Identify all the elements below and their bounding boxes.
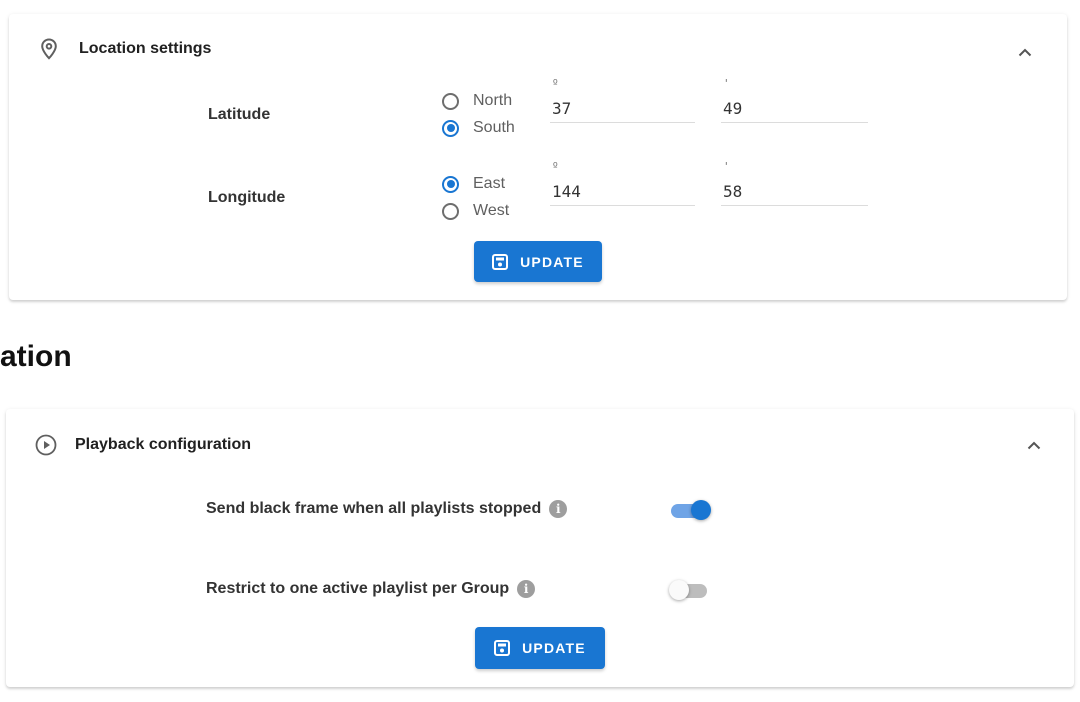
latitude-minutes-input[interactable] bbox=[721, 99, 868, 122]
location-settings-header[interactable]: Location settings bbox=[40, 38, 211, 60]
longitude-degrees-input[interactable] bbox=[550, 182, 695, 205]
setting-black-frame-label: Send black frame when all playlists stop… bbox=[206, 500, 542, 517]
location-settings-title: Location settings bbox=[79, 40, 212, 57]
longitude-label: Longitude bbox=[208, 189, 286, 206]
radio-east-circle[interactable] bbox=[442, 175, 459, 193]
radio-north[interactable]: North bbox=[442, 92, 512, 110]
location-settings-card: Location settings Latitude North South º… bbox=[9, 14, 1067, 300]
toggle-thumb[interactable] bbox=[691, 500, 711, 520]
location-pin-icon bbox=[40, 38, 62, 60]
play-circle-icon bbox=[35, 434, 57, 456]
latitude-minutes-field[interactable]: ' bbox=[721, 77, 868, 123]
toggle-thumb[interactable] bbox=[669, 580, 689, 600]
longitude-minutes-field[interactable]: ' bbox=[721, 160, 868, 206]
black-frame-toggle[interactable] bbox=[669, 499, 711, 523]
info-icon[interactable]: i bbox=[517, 580, 536, 598]
latitude-degrees-field[interactable]: º bbox=[550, 77, 695, 123]
save-icon bbox=[494, 640, 511, 656]
info-icon[interactable]: i bbox=[549, 500, 568, 518]
playback-configuration-header[interactable]: Playback configuration bbox=[35, 434, 251, 456]
radio-south[interactable]: South bbox=[442, 119, 515, 137]
radio-south-label: South bbox=[473, 119, 515, 136]
section-title: ation bbox=[0, 340, 72, 373]
playback-configuration-card: Playback configuration Send black frame … bbox=[6, 409, 1074, 687]
latitude-degrees-unit: º bbox=[552, 77, 559, 90]
chevron-up-icon bbox=[1018, 48, 1032, 57]
radio-north-circle[interactable] bbox=[442, 92, 459, 110]
collapse-playback-button[interactable] bbox=[1021, 432, 1047, 458]
latitude-label: Latitude bbox=[208, 106, 271, 123]
longitude-degrees-field[interactable]: º bbox=[550, 160, 695, 206]
save-icon bbox=[492, 253, 509, 270]
update-location-button[interactable]: UPDATE bbox=[474, 241, 602, 282]
update-playback-button[interactable]: UPDATE bbox=[475, 627, 605, 669]
longitude-degrees-unit: º bbox=[552, 160, 559, 173]
restrict-playlist-toggle[interactable] bbox=[669, 579, 711, 603]
radio-west-circle[interactable] bbox=[442, 202, 459, 220]
latitude-degrees-input[interactable] bbox=[550, 99, 695, 122]
chevron-up-icon bbox=[1027, 441, 1041, 450]
radio-south-circle[interactable] bbox=[442, 119, 459, 137]
radio-north-label: North bbox=[473, 92, 513, 109]
playback-configuration-title: Playback configuration bbox=[75, 436, 252, 453]
collapse-location-button[interactable] bbox=[1012, 39, 1038, 65]
latitude-minutes-unit: ' bbox=[723, 77, 730, 90]
setting-restrict-playlist-label: Restrict to one active playlist per Grou… bbox=[206, 580, 510, 597]
radio-east[interactable]: East bbox=[442, 175, 505, 193]
setting-restrict-playlist: Restrict to one active playlist per Grou… bbox=[206, 580, 536, 598]
update-playback-label: UPDATE bbox=[522, 640, 586, 656]
longitude-minutes-unit: ' bbox=[723, 160, 730, 173]
setting-black-frame: Send black frame when all playlists stop… bbox=[206, 500, 568, 518]
radio-east-label: East bbox=[473, 175, 506, 192]
radio-west[interactable]: West bbox=[442, 202, 509, 220]
radio-west-label: West bbox=[473, 202, 510, 219]
longitude-minutes-input[interactable] bbox=[721, 182, 868, 205]
update-location-label: UPDATE bbox=[520, 253, 584, 270]
